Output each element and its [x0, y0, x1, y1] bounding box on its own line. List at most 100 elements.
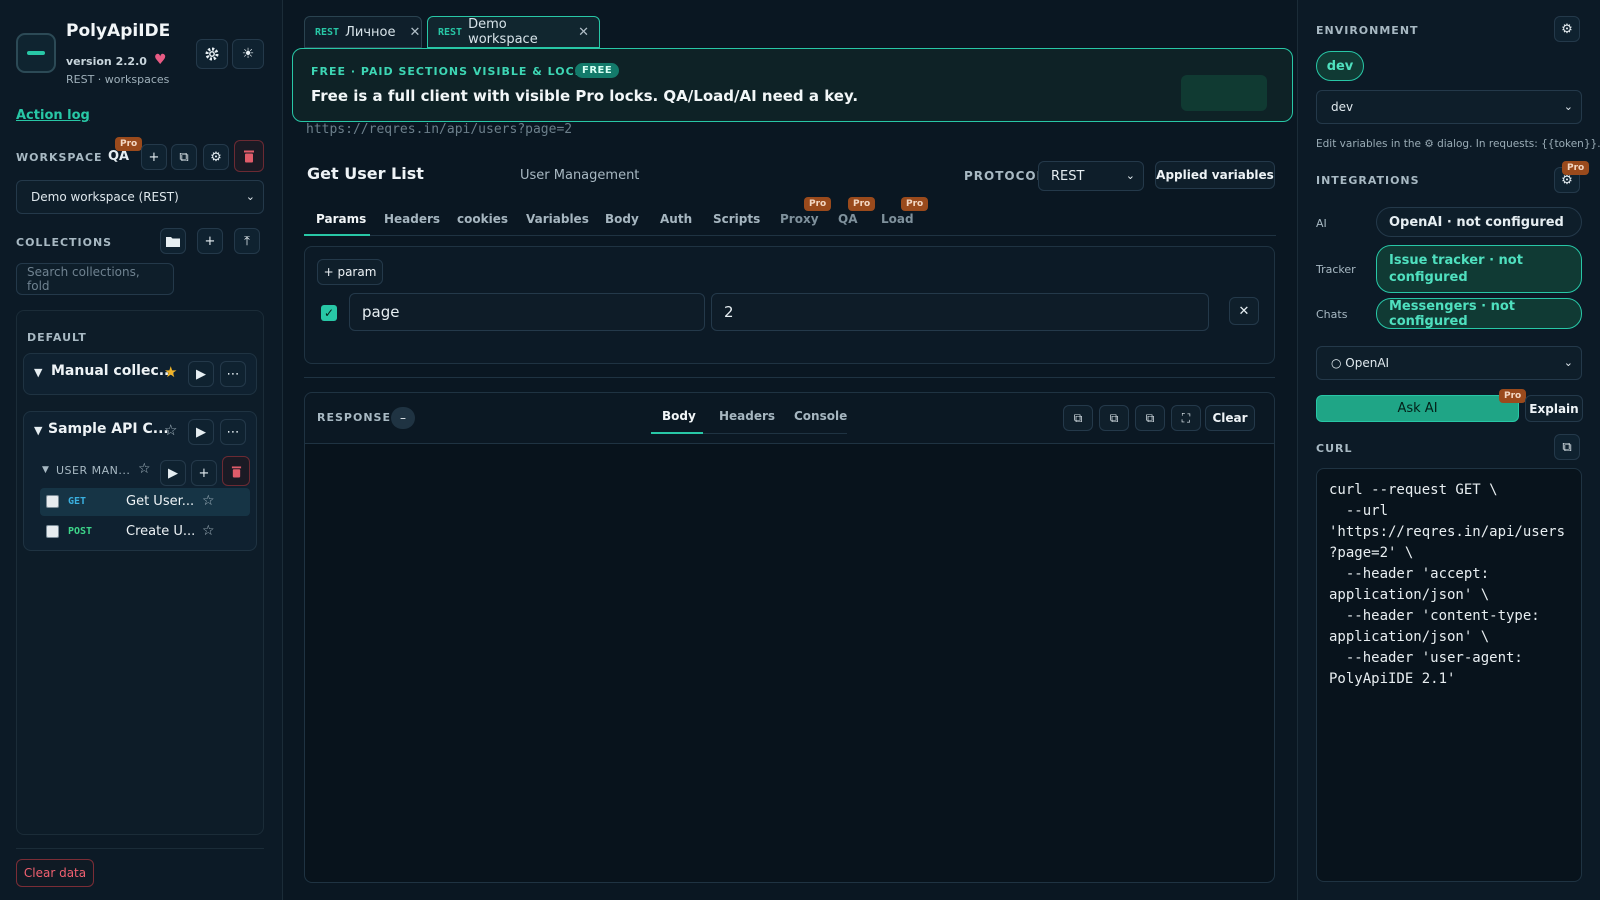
tab-scripts[interactable]: Scripts	[713, 212, 760, 226]
request-checkbox[interactable]	[46, 495, 59, 508]
request-title[interactable]: Get User List	[307, 164, 424, 183]
delete-folder-button[interactable]	[222, 456, 250, 486]
tab-personal[interactable]: REST Личное ✕	[304, 16, 422, 48]
environment-settings-button[interactable]: ⚙	[1554, 16, 1580, 42]
fullscreen-button[interactable]: ⛶	[1171, 405, 1201, 431]
send-button[interactable]	[1181, 75, 1267, 111]
workspace-settings-button[interactable]: ⚙	[203, 144, 229, 170]
chats-integration-button[interactable]: Messengers · not configured	[1376, 298, 1582, 329]
star-icon[interactable]: ☆	[138, 461, 151, 477]
theme-toggle-button[interactable]: ☀	[232, 39, 264, 69]
run-collection-button[interactable]: ▶	[188, 419, 214, 445]
request-row[interactable]: POST Create U... ☆	[40, 518, 250, 546]
settings-button[interactable]	[196, 39, 228, 69]
environment-select-value: dev	[1331, 100, 1354, 114]
environment-pill[interactable]: dev	[1316, 51, 1364, 81]
ai-provider-select[interactable]: ○ OpenAI ⌄	[1316, 346, 1582, 380]
request-row-selected[interactable]: GET Get User... ☆	[40, 488, 250, 516]
tab-auth[interactable]: Auth	[660, 212, 692, 226]
tab-proxy[interactable]: Proxy	[780, 212, 819, 226]
response-body	[305, 443, 1274, 882]
folder-name[interactable]: USER MAN...	[56, 464, 130, 477]
close-icon[interactable]: ✕	[409, 25, 420, 40]
add-workspace-button[interactable]: +	[141, 144, 167, 170]
collections-search-input[interactable]: Search collections, fold	[16, 263, 174, 295]
tab-body[interactable]: Body	[605, 212, 639, 226]
tracker-integration-button[interactable]: Issue tracker · not configured	[1376, 245, 1582, 293]
tab-load[interactable]: Load	[881, 212, 914, 226]
environment-label: ENVIRONMENT	[1316, 24, 1419, 37]
tab-params[interactable]: Params	[316, 212, 366, 226]
collection-card[interactable]: ▼ Manual collec... ★ ▶ ⋯	[23, 353, 257, 395]
response-tab-headers[interactable]: Headers	[719, 409, 775, 423]
pro-badge: Pro	[804, 197, 832, 211]
applied-variables-button[interactable]: Applied variables	[1155, 161, 1275, 189]
star-icon[interactable]: ☆	[164, 421, 177, 439]
collection-menu-button[interactable]: ⋯	[220, 419, 246, 445]
run-folder-button[interactable]: ▶	[160, 460, 186, 486]
workspace-select[interactable]: Demo workspace (REST) ⌄	[16, 180, 264, 214]
action-log-link[interactable]: Action log	[16, 108, 90, 123]
tab-cookies[interactable]: cookies	[457, 212, 508, 226]
gear-icon: ⚙	[210, 149, 222, 165]
request-checkbox[interactable]	[46, 525, 59, 538]
param-key-input[interactable]: page	[349, 293, 705, 331]
ask-ai-button[interactable]: Ask AI	[1316, 395, 1519, 422]
copy-icon: ⧉	[1073, 410, 1083, 425]
request-name[interactable]: Get User...	[126, 494, 194, 509]
collections-label: COLLECTIONS	[16, 236, 113, 249]
tab-variables[interactable]: Variables	[526, 212, 589, 226]
clear-data-button[interactable]: Clear data	[16, 859, 94, 887]
chevron-down-icon[interactable]: ▼	[34, 424, 42, 437]
chevron-down-icon[interactable]: ▼	[34, 366, 42, 379]
heart-icon[interactable]: ♥	[154, 52, 167, 68]
delete-workspace-button[interactable]	[234, 140, 264, 172]
environment-select[interactable]: dev ⌄	[1316, 90, 1582, 124]
param-value-input[interactable]: 2	[711, 293, 1209, 331]
add-request-button[interactable]: +	[191, 460, 217, 486]
collapse-response-button[interactable]: –	[391, 407, 415, 429]
add-param-button[interactable]: + param	[317, 259, 383, 285]
duplicate-workspace-button[interactable]: ⧉	[171, 144, 197, 170]
add-collection-button[interactable]: +	[197, 228, 223, 254]
copy-curl-snippet-button[interactable]: ⧉	[1554, 434, 1580, 460]
more-icon: ⋯	[226, 424, 240, 440]
chevron-down-icon[interactable]: ▼	[42, 465, 49, 475]
copy-headers-button[interactable]: ⧉	[1099, 405, 1129, 431]
explain-button[interactable]: Explain	[1525, 395, 1583, 422]
delete-param-button[interactable]: ✕	[1229, 297, 1259, 325]
copy-response-button[interactable]: ⧉	[1063, 405, 1093, 431]
ai-integration-button[interactable]: OpenAI · not configured	[1376, 207, 1582, 237]
clear-response-button[interactable]: Clear	[1205, 405, 1255, 431]
star-icon[interactable]: ☆	[202, 523, 215, 539]
tab-headers[interactable]: Headers	[384, 212, 440, 226]
request-subtabs: Params Headers cookies Variables Body Au…	[304, 197, 1276, 236]
workspace-qa-button[interactable]: QA	[108, 149, 129, 164]
url-input[interactable]: https://reqres.in/api/users?page=2	[306, 122, 572, 137]
sun-icon: ☀	[241, 46, 255, 62]
collection-menu-button[interactable]: ⋯	[220, 361, 246, 387]
run-collection-button[interactable]: ▶	[188, 361, 214, 387]
request-name[interactable]: Create U...	[126, 524, 195, 539]
collection-name[interactable]: Manual collec...	[51, 363, 175, 379]
gear-icon: ⚙	[1561, 21, 1573, 37]
star-icon[interactable]: ☆	[202, 493, 215, 509]
plus-icon: +	[204, 233, 216, 249]
app-logo-icon	[16, 33, 56, 73]
pro-badge: Pro	[1562, 161, 1590, 175]
tab-qa[interactable]: QA	[838, 212, 858, 226]
collection-name[interactable]: Sample API C...	[48, 421, 169, 437]
response-tab-body[interactable]: Body	[662, 409, 696, 423]
curl-snippet[interactable]: curl --request GET \ --url 'https://reqr…	[1316, 468, 1582, 882]
new-folder-button[interactable]	[160, 228, 186, 254]
copy-curl-button[interactable]: ⧉	[1135, 405, 1165, 431]
tab-demo-workspace[interactable]: REST Demo workspace ✕	[427, 16, 600, 48]
collection-card[interactable]: ▼ Sample API C... ☆ ▶ ⋯ ▼ USER MAN... ☆ …	[23, 411, 257, 551]
app-version: version 2.2.0	[66, 55, 147, 68]
star-icon[interactable]: ★	[164, 363, 177, 381]
protocol-select[interactable]: REST ⌄	[1038, 161, 1144, 191]
close-icon[interactable]: ✕	[578, 25, 589, 40]
response-tab-console[interactable]: Console	[794, 409, 847, 423]
param-enabled-checkbox[interactable]: ✓	[321, 305, 337, 321]
import-collection-button[interactable]: ⤒	[234, 228, 260, 254]
